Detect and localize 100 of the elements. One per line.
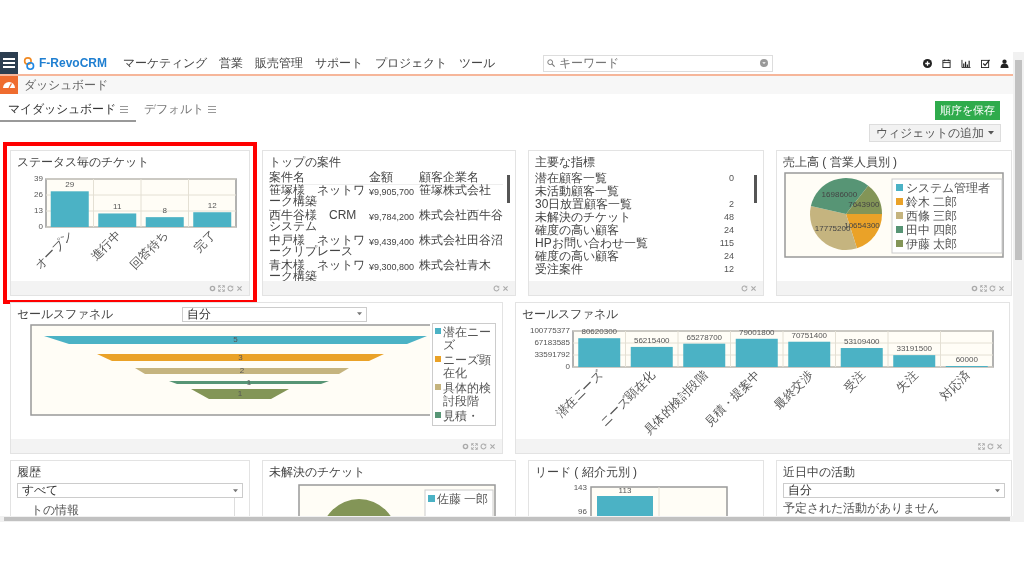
legend-label: 伊藤 太郎 (906, 237, 958, 251)
data-label: 33191500 (895, 344, 932, 354)
metric-count: 12 (724, 263, 734, 274)
metric-link[interactable]: HPお問い合わせ一覧 (535, 236, 648, 249)
nav-menu-item[interactable]: プロジェクト (375, 54, 447, 72)
nav-menu-item[interactable]: ツール (459, 54, 495, 72)
legend-label: システム管理者 (906, 181, 990, 195)
metric-link[interactable]: 受注案件 (535, 262, 583, 275)
metric-count: 115 (719, 237, 734, 248)
data-label: 113 (618, 486, 632, 495)
plus-circle-icon[interactable] (923, 58, 932, 68)
scrollbar[interactable] (0, 516, 1024, 522)
metric-link[interactable]: 潜在顧客一覧 (535, 171, 607, 184)
bar-chart-icon[interactable] (961, 58, 971, 68)
data-label: 8 (162, 206, 167, 216)
table-cell: 株式会社西牛谷 (419, 210, 503, 235)
axis-tick-label: 100775377 (529, 326, 570, 335)
caret-icon (233, 488, 238, 493)
data-label: 3 (238, 352, 243, 362)
metric-link[interactable]: 未解決のチケット (535, 210, 631, 223)
caret-icon (357, 312, 362, 316)
caret-icon (988, 131, 994, 135)
menu-icon[interactable] (120, 105, 128, 113)
widget-title: 近日中の活動 (783, 465, 855, 479)
refresh-icon[interactable] (493, 284, 500, 292)
nav-menu-item[interactable]: 営業 (219, 54, 243, 72)
select-field[interactable]: 自分 (182, 306, 367, 322)
axis-tick-label: 96 (578, 507, 587, 516)
column-header: 金額 (366, 171, 419, 185)
settings-icon[interactable] (209, 284, 216, 292)
checkbox-icon[interactable] (981, 58, 990, 68)
scrollbar[interactable] (507, 175, 510, 203)
data-label: 79001800 (738, 327, 775, 337)
widget-title: 未解決のチケット (269, 465, 365, 479)
data-label: 65278700 (685, 332, 722, 342)
legend-label: 見積・ (443, 409, 481, 423)
logo-icon (23, 55, 36, 71)
refresh-icon[interactable] (987, 442, 994, 450)
select-field[interactable]: 自分 (783, 483, 1005, 498)
metric-count: 2 (729, 198, 734, 209)
search-field[interactable]: キーワード (543, 54, 773, 72)
tab[interactable]: デフォルト (136, 98, 224, 122)
close-icon[interactable] (489, 442, 496, 450)
widget-title: トップの案件 (269, 155, 341, 169)
user-icon[interactable] (1000, 58, 1009, 68)
table-cell: 中戸様 ネットワークリプレース (269, 235, 366, 260)
expand-icon[interactable] (471, 442, 478, 450)
metric-link[interactable]: 30日放置顧客一覧 (535, 197, 633, 210)
table-cell: 笹塚株式会社 (419, 184, 503, 210)
settings-icon[interactable] (462, 442, 469, 450)
data-label: 53109400 (843, 337, 880, 347)
search-icon (547, 59, 555, 67)
expand-icon[interactable] (980, 284, 987, 292)
expand-icon[interactable] (978, 442, 985, 450)
scrollbar[interactable] (1013, 52, 1024, 516)
close-icon[interactable] (998, 284, 1005, 292)
tab[interactable]: マイダッシュボード (0, 98, 136, 122)
expand-icon[interactable] (218, 284, 225, 292)
nav-menu-item[interactable]: サポート (315, 54, 363, 72)
refresh-icon[interactable] (480, 442, 487, 450)
widget-title: ステータス毎のチケット (17, 155, 149, 169)
widget-title: 主要な指標 (535, 155, 595, 169)
widget-title: セールスファネル (17, 307, 114, 321)
menu-button[interactable] (0, 52, 18, 74)
close-icon[interactable] (236, 284, 243, 292)
bar (50, 191, 89, 227)
calendar-icon[interactable] (942, 58, 951, 68)
table-cell: ¥9,300,800 (366, 260, 419, 281)
refresh-icon[interactable] (741, 284, 748, 292)
refresh-icon[interactable] (227, 284, 234, 292)
data-label: 80620300 (580, 327, 617, 337)
settings-icon[interactable] (971, 284, 978, 292)
metric-link[interactable]: 確度の高い顧客 (535, 249, 619, 262)
legend-label: 潜在ニーズ (443, 326, 493, 352)
data-label: 70751400 (790, 330, 827, 340)
close-icon[interactable] (996, 442, 1003, 450)
close-icon[interactable] (750, 284, 757, 292)
nav-menu-item[interactable]: 販売管理 (255, 54, 303, 72)
select-field[interactable]: すべて (17, 483, 243, 498)
scrollbar[interactable] (754, 175, 757, 203)
refresh-icon[interactable] (989, 284, 996, 292)
column-header: 顧客企業名 (419, 171, 503, 185)
metric-link[interactable]: 未活動顧客一覧 (535, 184, 619, 197)
logo-text: F-RevoCRM (39, 56, 107, 70)
legend-label: 西條 三郎 (906, 209, 958, 223)
breadcrumb[interactable]: ダッシュボード (24, 76, 108, 94)
table-cell: 株式会社田谷沼 (419, 235, 503, 260)
legend-label: ニーズ顕在化 (443, 353, 493, 380)
table-cell: ¥9,784,200 (366, 210, 419, 235)
dropdown-icon[interactable] (760, 59, 768, 67)
table-cell-text: 株式会社青木 (419, 260, 492, 274)
close-icon[interactable] (502, 284, 509, 292)
metric-link[interactable]: 確度の高い顧客 (535, 223, 619, 236)
legend-label: 佐藤 一郎 (437, 492, 489, 506)
menu-icon[interactable] (208, 105, 216, 113)
data-label: 2 (239, 366, 245, 375)
column-header: 案件名 (269, 171, 366, 185)
metric-count: 24 (724, 224, 734, 235)
nav-menu-item[interactable]: マーケティング (123, 54, 207, 72)
add-widget-button[interactable]: ウィジェットの追加 (869, 124, 1001, 142)
